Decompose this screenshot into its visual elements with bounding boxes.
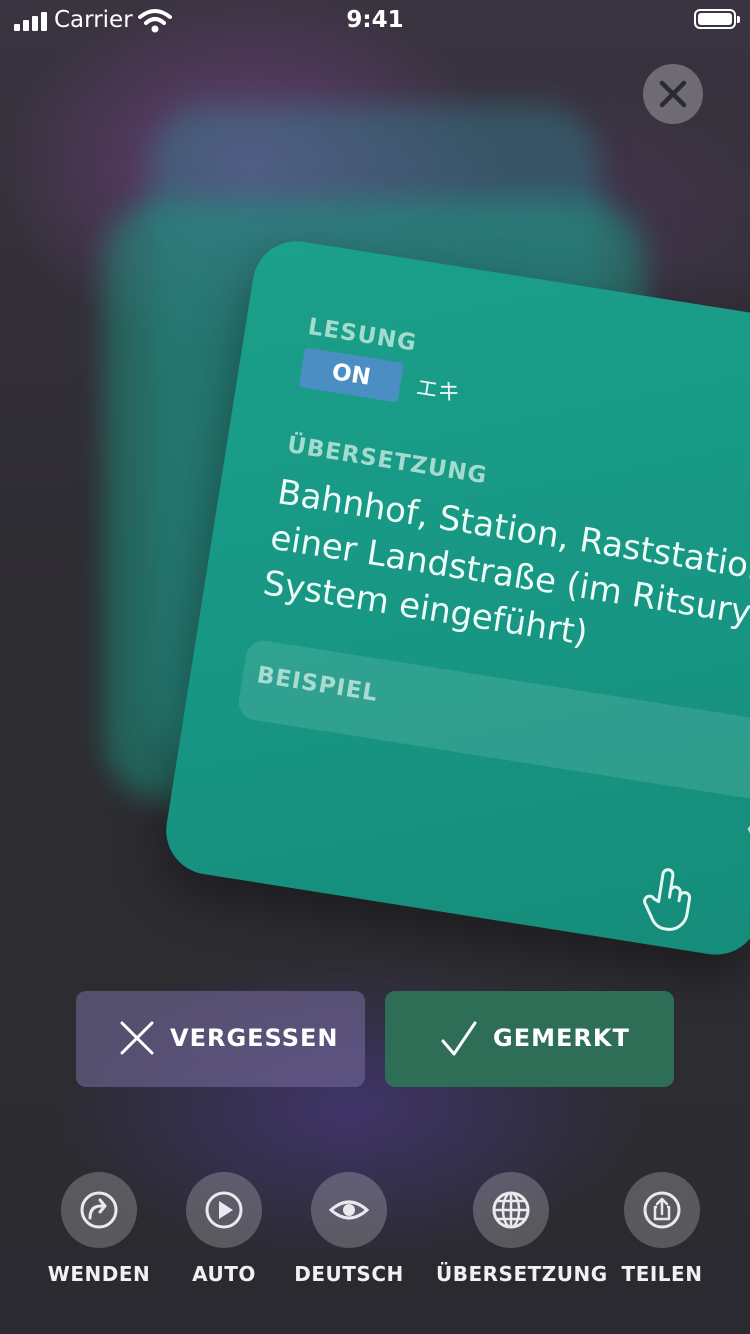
toolbar-translation[interactable]: ÜBERSETZUNG [436,1172,608,1302]
close-icon [659,80,687,108]
toolbar-share-label: TEILEN [621,1262,703,1286]
chevron-left-icon[interactable] [742,810,750,849]
status-bar: Carrier 9:41 [0,0,750,40]
translation-button-circle [473,1172,549,1248]
reading-value: エキ [414,375,462,408]
checkmark-icon [441,1021,477,1056]
remembered-button[interactable]: GEMERKT [385,991,674,1087]
toolbar-german[interactable]: DEUTSCH [274,1172,424,1302]
forget-button[interactable]: VERGESSEN [76,991,365,1087]
toolbar-share[interactable]: TEILEN [587,1172,737,1302]
turn-button-circle [61,1172,137,1248]
toolbar-german-label: DEUTSCH [294,1262,404,1286]
x-icon [120,1021,154,1055]
clock: 9:41 [346,7,404,33]
reading-toggle[interactable]: ON [298,347,404,403]
turn-arrow-icon [80,1191,118,1229]
tap-hand-icon [643,868,692,931]
globe-icon [492,1191,530,1229]
remembered-label: GEMERKT [493,1024,630,1052]
close-button[interactable] [643,64,703,124]
battery-icon [694,9,740,29]
share-button-circle [624,1172,700,1248]
example-label: BEISPIEL [255,662,380,707]
flashcard[interactable]: LESUNG ON エキ ÜBERSETZUNG Bahnhof, Statio… [159,235,750,961]
toolbar-translation-label: ÜBERSETZUNG [436,1262,608,1286]
auto-button-circle [186,1172,262,1248]
german-button-circle [311,1172,387,1248]
forget-label: VERGESSEN [170,1024,339,1052]
share-icon [643,1191,681,1229]
eye-icon [329,1200,369,1220]
play-icon [205,1191,243,1229]
